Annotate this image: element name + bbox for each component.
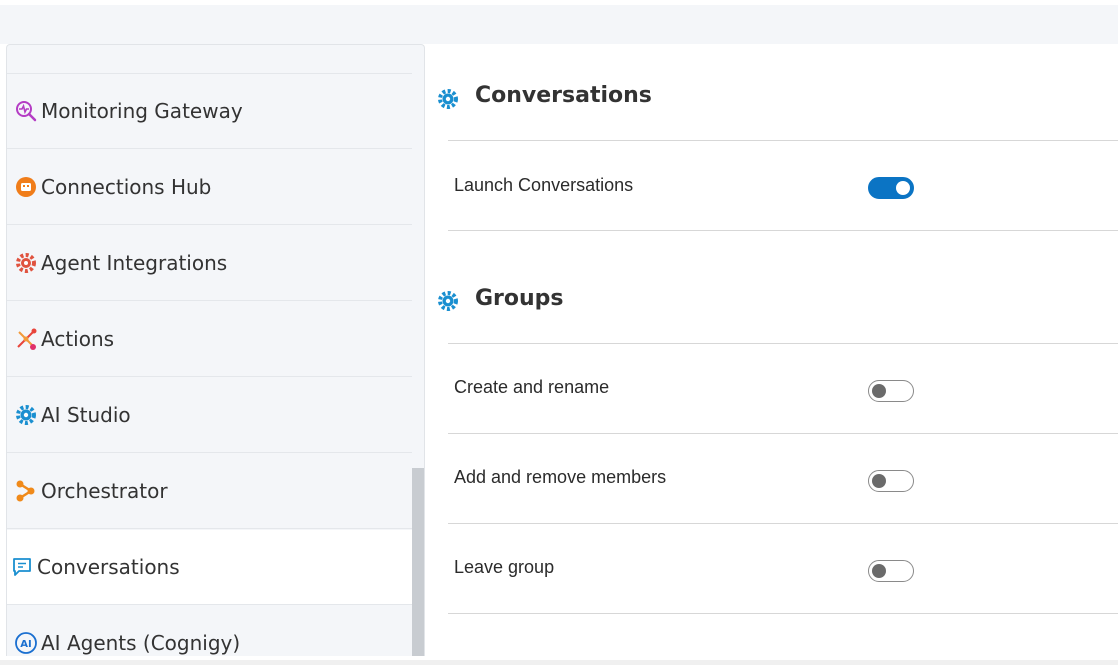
sidebar-item-hidden[interactable] <box>7 45 412 74</box>
sidebar-item-orchestrator[interactable]: Orchestrator <box>7 454 412 529</box>
sidebar-item-agent-integrations[interactable]: Agent Integrations <box>7 226 412 301</box>
divider <box>448 140 1118 141</box>
sidebar-item-actions[interactable]: Actions <box>7 302 412 377</box>
setting-label-create-and-rename: Create and rename <box>454 377 610 397</box>
toggle-knob <box>872 384 886 398</box>
svg-text:AI: AI <box>20 639 31 650</box>
monitoring-gateway-icon <box>14 99 38 123</box>
sidebar-item-ai-agents[interactable]: AI AI Agents (Cognigy) <box>7 606 412 656</box>
connections-hub-icon <box>14 175 38 199</box>
create-and-rename-toggle[interactable] <box>868 380 914 402</box>
section-title-conversations: Conversations <box>475 83 652 108</box>
conversations-icon <box>10 555 34 579</box>
divider <box>448 343 1118 344</box>
setting-label-add-and-remove-members: Add and remove members <box>454 467 667 487</box>
leave-group-toggle[interactable] <box>868 560 914 582</box>
setting-label-leave-group: Leave group <box>454 557 555 577</box>
sidebar-item-label: Connections Hub <box>41 175 212 199</box>
orchestrator-icon <box>14 479 38 503</box>
sidebar-item-label: AI Agents (Cognigy) <box>41 631 241 655</box>
gear-icon <box>436 289 460 313</box>
sidebar-item-label: Actions <box>41 327 115 351</box>
sidebar-item-label: Conversations <box>37 555 180 579</box>
ai-studio-icon <box>14 403 38 427</box>
top-bar <box>0 0 1118 44</box>
toggle-knob <box>872 474 886 488</box>
divider <box>448 613 1118 614</box>
divider <box>448 523 1118 524</box>
ai-agents-icon: AI <box>14 631 38 655</box>
toggle-knob <box>872 564 886 578</box>
sidebar-item-label: Agent Integrations <box>41 251 228 275</box>
sidebar-item-connections-hub[interactable]: Connections Hub <box>7 150 412 225</box>
sidebar-scrollbar[interactable] <box>412 468 424 656</box>
sidebar-item-conversations[interactable]: Conversations <box>7 530 412 605</box>
setting-label-launch-conversations: Launch Conversations <box>454 175 634 195</box>
sidebar-item-ai-studio[interactable]: AI Studio <box>7 378 412 453</box>
gear-icon <box>436 87 460 111</box>
toggle-knob <box>896 181 910 195</box>
app-icon <box>14 45 38 48</box>
launch-conversations-toggle[interactable] <box>868 177 914 199</box>
section-title-groups: Groups <box>475 286 564 311</box>
actions-icon <box>14 327 38 351</box>
sidebar-item-monitoring-gateway[interactable]: Monitoring Gateway <box>7 74 412 149</box>
sidebar-item-label: AI Studio <box>41 403 131 427</box>
divider <box>448 230 1118 231</box>
add-and-remove-members-toggle[interactable] <box>868 470 914 492</box>
agent-integrations-icon <box>14 251 38 275</box>
divider <box>448 433 1118 434</box>
bottom-edge <box>0 660 1118 665</box>
sidebar-nav: Monitoring Gateway Connections Hub Agent… <box>6 44 425 656</box>
sidebar-item-label: Monitoring Gateway <box>41 99 243 123</box>
sidebar-item-label: Orchestrator <box>41 479 168 503</box>
